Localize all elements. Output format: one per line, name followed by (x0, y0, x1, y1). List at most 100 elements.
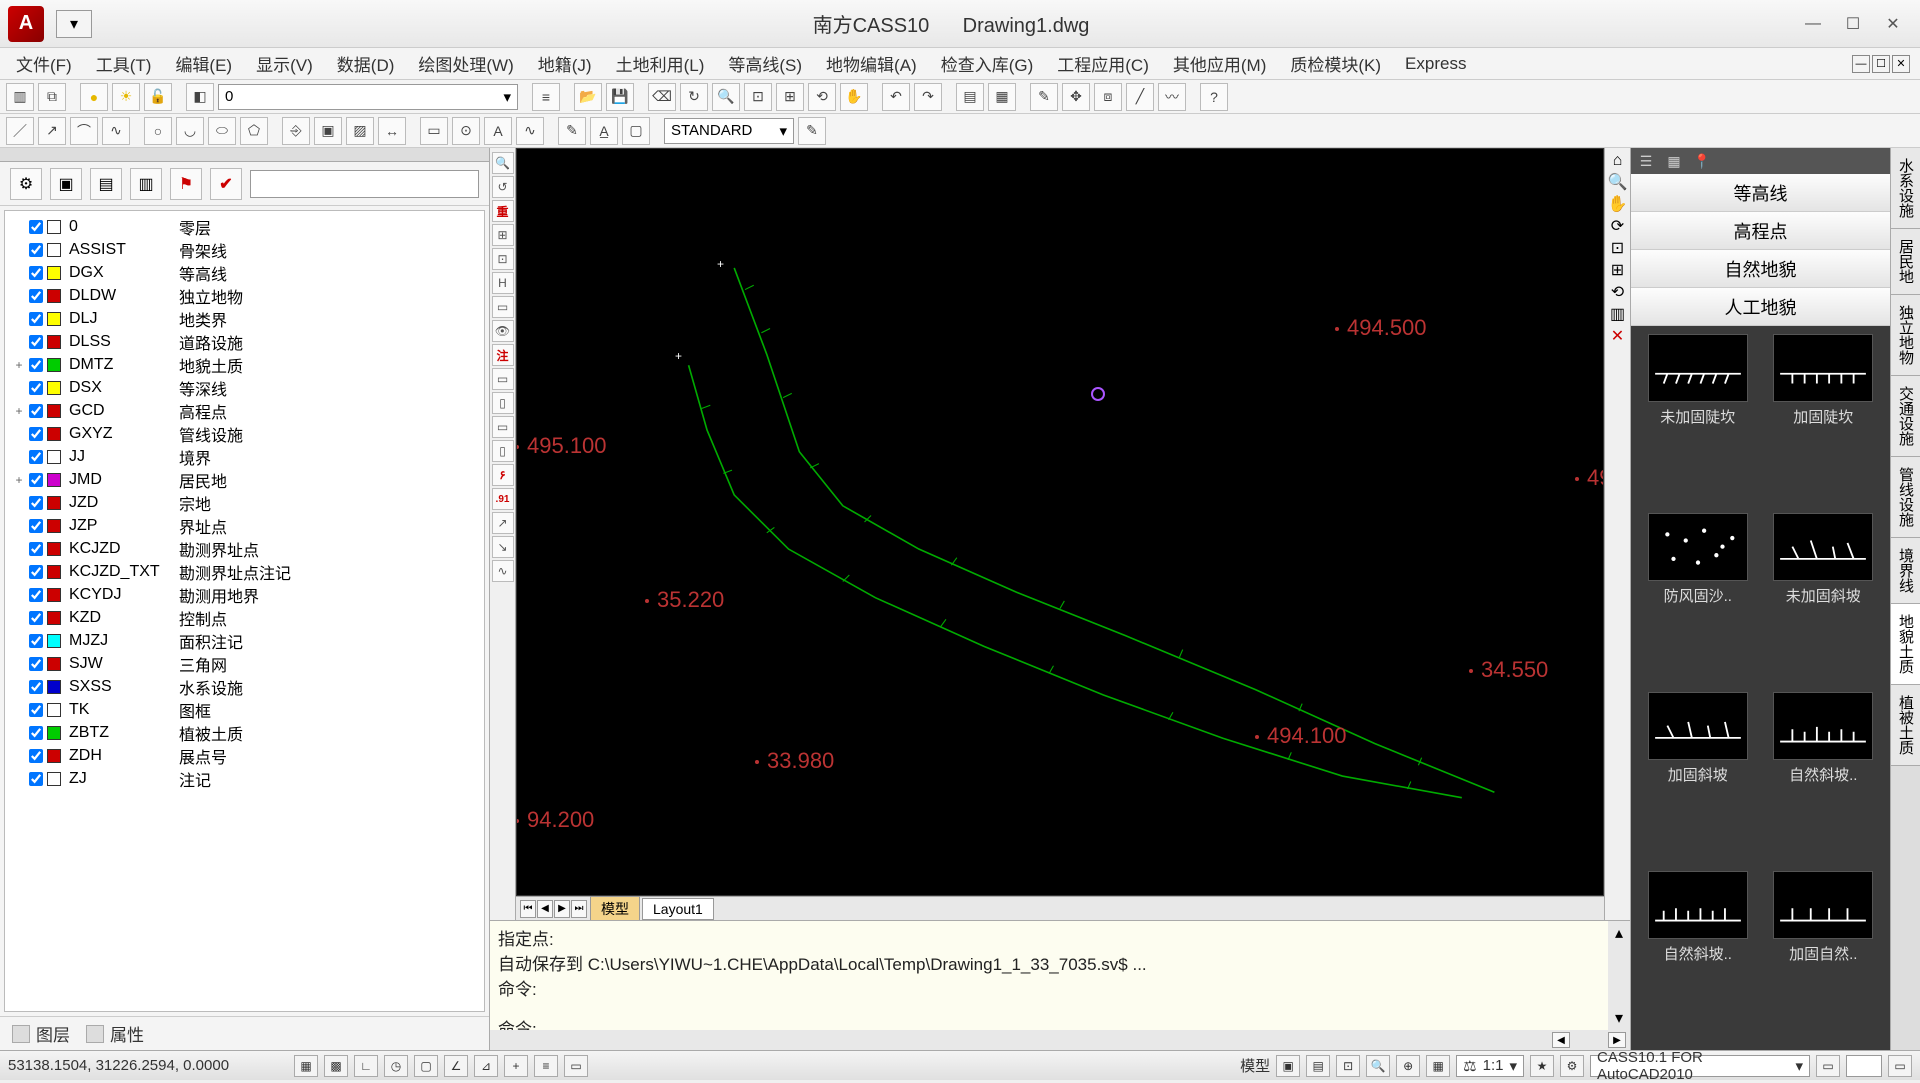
rvt-extents-icon[interactable]: ⊞ (1611, 260, 1624, 280)
palette-grid-icon[interactable]: ▦ (1665, 152, 1683, 170)
menu-check[interactable]: 检查入库(G) (931, 47, 1044, 80)
edit-text-icon[interactable]: ✎ (558, 117, 586, 145)
layer-visibility-checkbox[interactable] (29, 450, 43, 464)
side-tab[interactable]: 境界线 (1891, 538, 1920, 604)
vtool-rect2-icon[interactable]: ▯ (492, 392, 514, 414)
layer-color-swatch[interactable] (47, 703, 61, 717)
layer-row[interactable]: 0 零层 (7, 215, 482, 238)
cat-artificial[interactable]: 人工地貌 (1631, 288, 1890, 326)
text-style-dropdown[interactable]: STANDARD▾ (664, 118, 794, 144)
side-tab[interactable]: 植被土质 (1891, 685, 1920, 766)
move-icon[interactable]: ✥ (1062, 83, 1090, 111)
sb-lwt-icon[interactable]: ≡ (534, 1055, 558, 1077)
layer-row[interactable]: GXYZ 管线设施 (7, 422, 482, 445)
sb-ws-icon[interactable]: ⚙ (1560, 1055, 1584, 1077)
vtool-snap-icon[interactable]: ⊡ (492, 248, 514, 270)
layer-color-swatch[interactable] (47, 611, 61, 625)
brush-icon[interactable]: ✎ (1030, 83, 1058, 111)
mdi-min[interactable]: — (1852, 55, 1870, 73)
properties-icon[interactable]: ▤ (956, 83, 984, 111)
menu-cadastre[interactable]: 地籍(J) (528, 47, 602, 80)
sb-input[interactable] (1846, 1055, 1882, 1077)
scale-dropdown[interactable]: ⚖1:1▾ (1456, 1055, 1524, 1077)
layer-row[interactable]: + GCD 高程点 (7, 399, 482, 422)
layer-row[interactable]: ASSIST 骨架线 (7, 238, 482, 261)
side-tab[interactable]: 独立地物 (1891, 295, 1920, 376)
sb-qp-icon[interactable]: ▭ (564, 1055, 588, 1077)
layer-visibility-checkbox[interactable] (29, 726, 43, 740)
dim-icon[interactable]: ↔ (378, 117, 406, 145)
palette-item[interactable]: 加固斜坡 (1639, 692, 1757, 863)
layer-row[interactable]: SXSS 水系设施 (7, 675, 482, 698)
layer-color-swatch[interactable] (47, 289, 61, 303)
line-tool-icon[interactable]: ／ (6, 117, 34, 145)
layer-row[interactable]: KCYDJ 勘测用地界 (7, 583, 482, 606)
symbol-palette[interactable]: 未加固陡坎 加固陡坎 防风固沙.. 未加固斜坡 加固斜坡 自然斜坡.. 自然斜坡… (1631, 326, 1890, 1050)
palette-item[interactable]: 防风固沙.. (1639, 513, 1757, 684)
vtool-note-icon[interactable]: 注 (492, 344, 514, 366)
sb-qv4-icon[interactable]: ▦ (1426, 1055, 1450, 1077)
layer-visibility-checkbox[interactable] (29, 703, 43, 717)
sb-anno-icon[interactable]: ★ (1530, 1055, 1554, 1077)
layer-color-swatch[interactable] (47, 243, 61, 257)
redraw-icon[interactable]: ↻ (680, 83, 708, 111)
tab-first-icon[interactable]: ⏮ (520, 900, 536, 918)
command-history[interactable]: 指定点: 自动保存到 C:\Users\YIWU~1.CHE\AppData\L… (490, 921, 1608, 1030)
help-icon[interactable]: ? (1200, 83, 1228, 111)
layer-row[interactable]: TK 图框 (7, 698, 482, 721)
rvt-pan-icon[interactable]: ✋ (1608, 194, 1628, 214)
undo-icon[interactable]: ↶ (882, 83, 910, 111)
sb-ducs-icon[interactable]: ⊿ (474, 1055, 498, 1077)
prop-btn5-icon[interactable]: ⚑ (170, 168, 202, 200)
vtool-eye-icon[interactable]: 👁 (492, 320, 514, 342)
rvt-close-icon[interactable]: ✕ (1611, 326, 1624, 346)
layer-visibility-checkbox[interactable] (29, 335, 43, 349)
layer-color-swatch[interactable] (47, 450, 61, 464)
vtool-orbit-icon[interactable]: ↺ (492, 176, 514, 198)
tab-last-icon[interactable]: ⏭ (571, 900, 587, 918)
layer-visibility-checkbox[interactable] (29, 220, 43, 234)
rvt-orbit-icon[interactable]: ⟳ (1611, 216, 1624, 236)
sb-qv1-icon[interactable]: ⊡ (1336, 1055, 1360, 1077)
hscroll-right-icon[interactable]: ▶ (1608, 1032, 1626, 1048)
rvt-window-icon[interactable]: ⊡ (1611, 238, 1624, 258)
layer-visibility-checkbox[interactable] (29, 473, 43, 487)
arc2-icon[interactable]: ◡ (176, 117, 204, 145)
layer-color-swatch[interactable] (47, 266, 61, 280)
block-icon[interactable]: ▣ (314, 117, 342, 145)
layer-row[interactable]: KCJZD 勘测界址点 (7, 537, 482, 560)
layer-color-swatch[interactable] (47, 473, 61, 487)
vtool-rect3-icon[interactable]: ▭ (492, 416, 514, 438)
prop-btn3-icon[interactable]: ▤ (90, 168, 122, 200)
layer-row[interactable]: JZD 宗地 (7, 491, 482, 514)
menu-engineering[interactable]: 工程应用(C) (1047, 47, 1159, 80)
layer-visibility-checkbox[interactable] (29, 680, 43, 694)
polygon-icon[interactable]: ⬠ (240, 117, 268, 145)
vtool-redraw-icon[interactable]: 重 (492, 200, 514, 222)
mtext-icon[interactable]: ∿ (516, 117, 544, 145)
sb-dyn-icon[interactable]: + (504, 1055, 528, 1077)
menu-qc[interactable]: 质检模块(K) (1280, 47, 1391, 80)
tab-prev-icon[interactable]: ◀ (537, 900, 553, 918)
layer-states-icon[interactable]: ⧉ (38, 83, 66, 111)
layer-visibility-checkbox[interactable] (29, 312, 43, 326)
line2-icon[interactable]: 〰 (1158, 83, 1186, 111)
region-icon[interactable]: ▭ (420, 117, 448, 145)
pan-icon[interactable]: ✋ (840, 83, 868, 111)
line1-icon[interactable]: ╱ (1126, 83, 1154, 111)
palette-item[interactable]: 未加固陡坎 (1639, 334, 1757, 505)
cmd-vscroll[interactable]: ▴▾ (1608, 921, 1630, 1030)
layer-row[interactable]: ZJ 注记 (7, 767, 482, 790)
palette-item[interactable]: 加固陡坎 (1765, 334, 1883, 505)
cat-elevation[interactable]: 高程点 (1631, 212, 1890, 250)
vtool-arrow1-icon[interactable]: ↗ (492, 512, 514, 534)
vtool-s-icon[interactable]: ۶ (492, 464, 514, 486)
expand-icon[interactable]: + (13, 473, 25, 487)
properties-search-input[interactable] (250, 170, 479, 198)
minimize-button[interactable]: — (1802, 13, 1824, 35)
open-icon[interactable]: 📂 (574, 83, 602, 111)
prop-btn1-icon[interactable]: ⚙ (10, 168, 42, 200)
sb-tray1-icon[interactable]: ▭ (1816, 1055, 1840, 1077)
layer-row[interactable]: DLDW 独立地物 (7, 284, 482, 307)
vtool-91-icon[interactable]: .91 (492, 488, 514, 510)
